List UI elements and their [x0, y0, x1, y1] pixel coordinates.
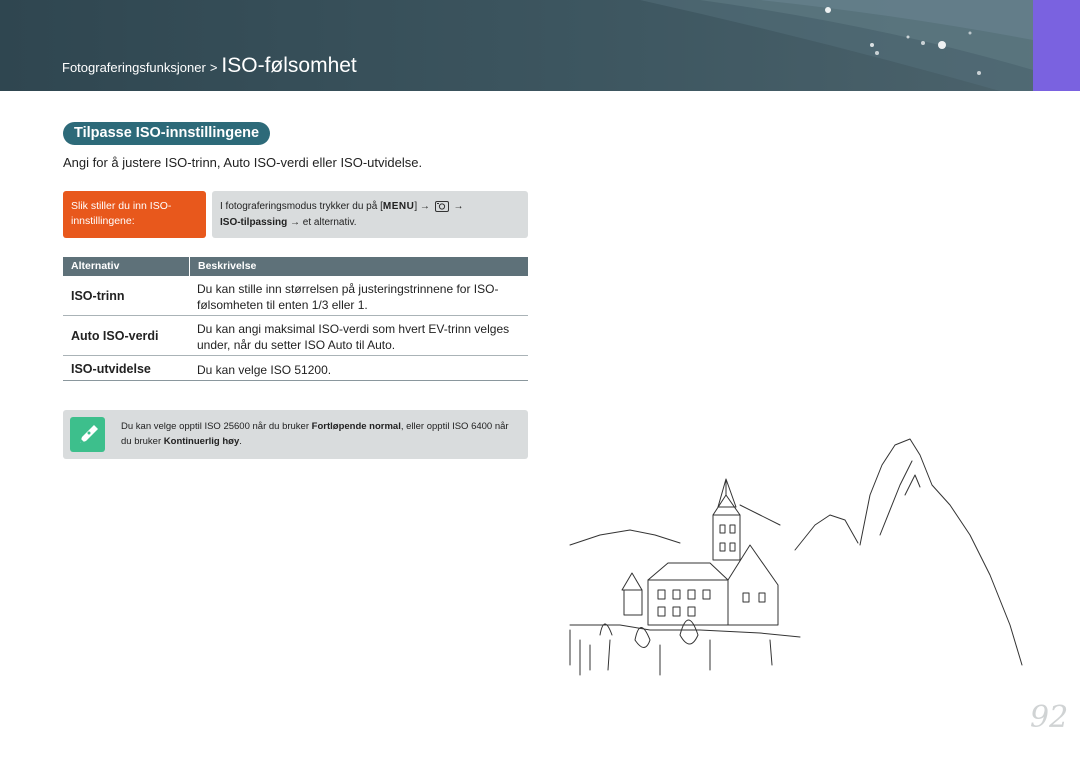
table-header: Alternativ Beskrivelse [63, 257, 528, 276]
note-bold-2: Kontinuerlig høy [163, 436, 240, 447]
howto-arrow: → [453, 201, 464, 212]
note-bold-1: Fortløpende normal [311, 421, 401, 432]
howto-label: Slik stiller du inn ISO-innstillingene: [63, 191, 206, 238]
page-number: 92 [1030, 700, 1069, 735]
option-name: ISO-trinn [71, 289, 125, 303]
pen-note-icon [70, 417, 105, 452]
breadcrumb: Fotograferingsfunksjoner > ISO-følsomhet [62, 54, 357, 78]
section-intro: Angi for å justere ISO-trinn, Auto ISO-v… [63, 155, 423, 170]
header-option: Alternativ [71, 260, 120, 272]
option-description: Du kan velge ISO 51200. [197, 363, 332, 377]
option-name: Auto ISO-verdi [71, 329, 159, 343]
menu-key: MENU [382, 201, 415, 212]
note-box: Du kan velge opptil ISO 25600 når du bru… [63, 410, 528, 459]
header-description: Beskrivelse [189, 257, 256, 276]
breadcrumb-parent[interactable]: Fotograferingsfunksjoner [62, 60, 206, 75]
camera-icon [434, 200, 449, 212]
note-text-3: . [239, 436, 242, 447]
note-text: Du kan velge opptil ISO 25600 når du bru… [121, 419, 521, 449]
page-title: ISO-følsomhet [221, 54, 357, 77]
chapter-tab [1033, 0, 1080, 91]
village-illustration [569, 438, 1023, 676]
table-row: Auto ISO-verdi Du kan angi maksimal ISO-… [63, 316, 528, 356]
pen-note-glyph [80, 425, 98, 443]
howto-text-mid: ] → [414, 201, 430, 212]
howto-box: Slik stiller du inn ISO-innstillingene: … [63, 191, 528, 238]
note-text-1: Du kan velge opptil ISO 25600 når du bru… [121, 421, 312, 432]
table-row: ISO-trinn Du kan stille inn størrelsen p… [63, 276, 528, 316]
option-name: ISO-utvidelse [71, 362, 151, 376]
option-description: Du kan stille inn størrelsen på justerin… [197, 282, 499, 312]
howto-text-end: → et alternativ. [290, 217, 357, 228]
howto-instructions: I fotograferingsmodus trykker du på [MEN… [212, 191, 528, 238]
option-description: Du kan angi maksimal ISO-verdi som hvert… [197, 322, 510, 352]
page-header: Fotograferingsfunksjoner > ISO-følsomhet [0, 0, 1080, 91]
breadcrumb-separator: > [209, 60, 218, 75]
section-title: Tilpasse ISO-innstillingene [63, 122, 271, 145]
options-table: Alternativ Beskrivelse ISO-trinn Du kan … [63, 257, 528, 381]
howto-item: ISO-tilpassing [220, 217, 288, 228]
howto-text-start: I fotograferingsmodus trykker du på [ [220, 201, 383, 212]
table-row: ISO-utvidelse Du kan velge ISO 51200. [63, 356, 528, 381]
